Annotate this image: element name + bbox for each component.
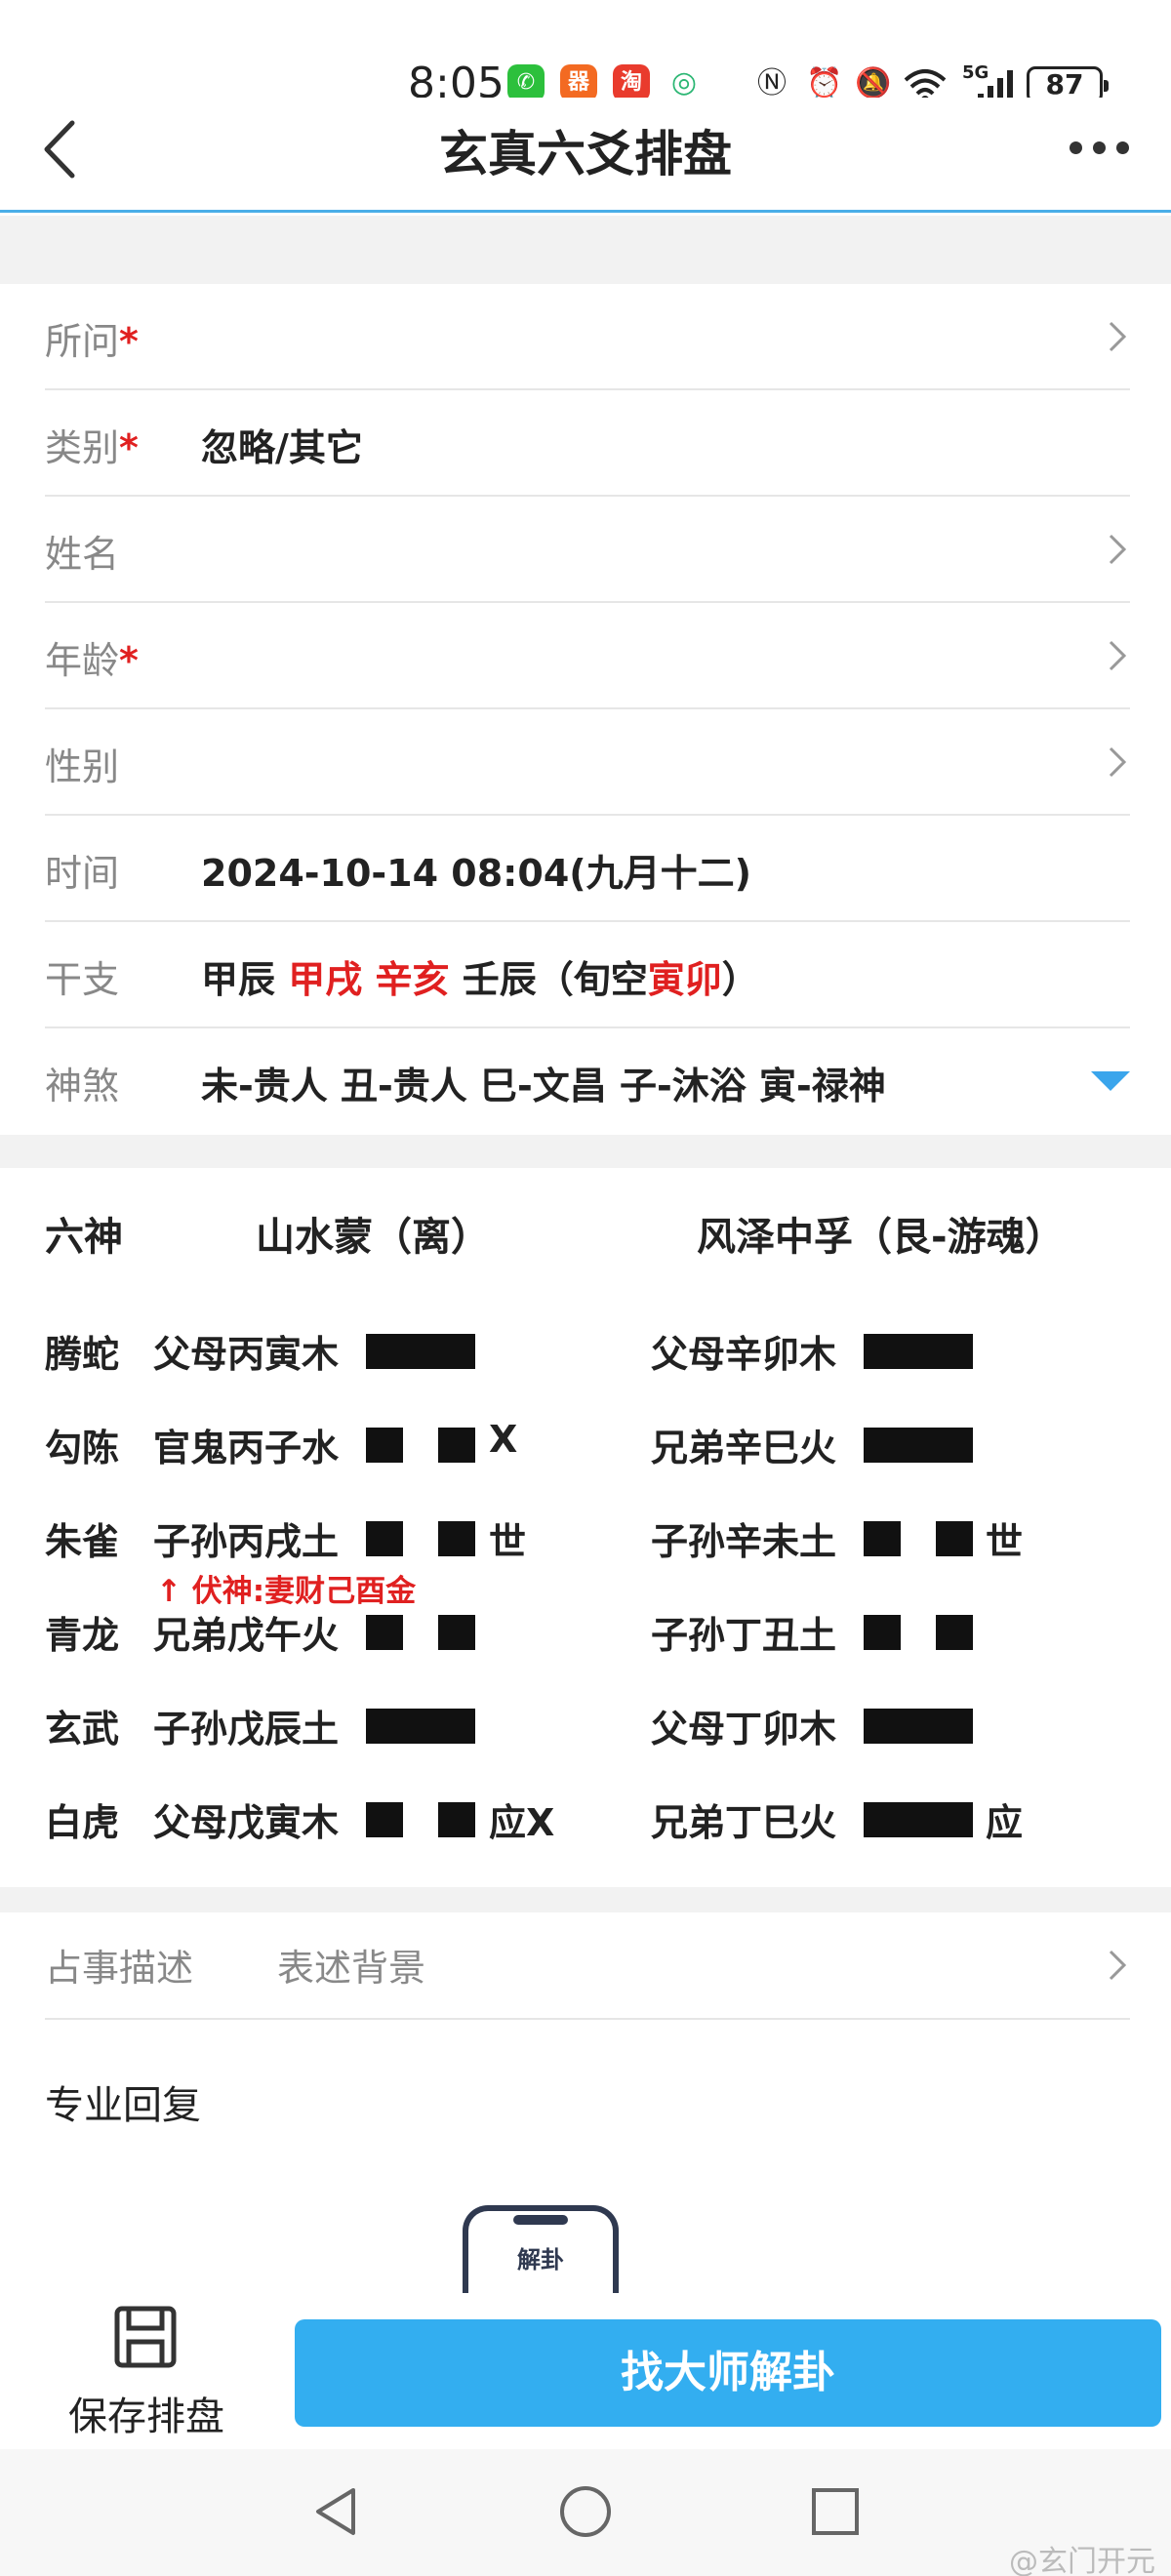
chevron-right-icon [1109, 746, 1127, 778]
chevron-right-icon [1109, 321, 1127, 352]
fushen-annotation: ↑ 伏神:妻财己酉金 [156, 1574, 417, 1609]
ganzhi-hour: 壬辰 [462, 958, 537, 1001]
changed-line-mark: 世 [986, 1520, 1024, 1563]
form-row-gender[interactable]: 性别 [45, 709, 1130, 816]
watermark: @玄门开元 [1009, 2545, 1155, 2576]
main-line-label: 父母丙寅木 [153, 1333, 340, 1376]
more-options-icon[interactable] [1070, 127, 1132, 166]
nav-recents-icon[interactable] [806, 2482, 865, 2541]
chevron-right-icon [1109, 1950, 1127, 1981]
spirit-label: 青龙 [45, 1614, 120, 1657]
ganzhi-label: 干支 [45, 958, 120, 1001]
find-master-button[interactable]: 找大师解卦 [295, 2319, 1161, 2427]
changed-line-label: 父母丁卯木 [651, 1708, 837, 1751]
ganzhi-value: 甲辰 甲戌 辛亥 壬辰（旬空寅卯） [201, 949, 759, 1003]
spirit-label: 朱雀 [45, 1520, 120, 1563]
form-row-name[interactable]: 姓名 [45, 497, 1130, 603]
form-row-shensha[interactable]: 神煞 未-贵人 丑-贵人 巳-文昌 子-沐浴 寅-禄神 [45, 1028, 1130, 1135]
expand-triangle-icon[interactable] [1091, 1071, 1130, 1091]
spirit-label: 腾蛇 [45, 1333, 120, 1376]
wechat-icon: ✆ [507, 64, 545, 101]
hexagram-row: 朱雀 子孙丙戌土 世 子孙辛未土 世 [0, 1511, 1171, 1570]
description-label: 占事描述 [45, 1947, 194, 1990]
save-disk-icon [114, 2306, 177, 2368]
bottom-action-bar: 保存排盘 找大师解卦 [0, 2293, 1171, 2449]
main-line-label: 子孙丙戌土 [153, 1520, 340, 1563]
form-row-ganzhi: 干支 甲辰 甲戌 辛亥 壬辰（旬空寅卯） [45, 922, 1130, 1028]
age-label: 年龄* [45, 639, 139, 682]
section-gap [0, 1887, 1171, 1912]
changed-line-label: 子孙辛未土 [651, 1520, 837, 1563]
save-chart-label: 保存排盘 [68, 2395, 224, 2439]
gender-label: 性别 [45, 745, 120, 788]
professional-reply-title: 专业回复 [45, 2083, 201, 2128]
changed-hexagram-name: 风泽中孚（艮-游魂） [697, 1215, 1065, 1260]
nav-header: 玄真六爻排盘 [0, 98, 1171, 213]
main-line-label: 官鬼丙子水 [153, 1427, 340, 1469]
changed-line-label: 兄弟辛巳火 [651, 1427, 837, 1469]
time-value: 2024-10-14 08:04(九月十二) [201, 852, 751, 895]
nav-back-icon[interactable] [306, 2482, 365, 2541]
spirit-label: 白虎 [45, 1801, 120, 1844]
app-icon-orange: 器 [560, 64, 597, 101]
spirit-label: 勾陈 [45, 1427, 120, 1469]
main-line-mark: X [489, 1418, 518, 1461]
form-row-age[interactable]: 年龄* [45, 603, 1130, 709]
hexagram-row: 青龙 兄弟戊午火 子孙丁丑土 [0, 1605, 1171, 1664]
chevron-right-icon [1109, 534, 1127, 565]
taobao-icon: 淘 [613, 64, 650, 101]
description-row[interactable]: 占事描述 表述背景 [45, 1912, 1130, 2020]
xunkong-value: 寅卯 [647, 958, 722, 1001]
spirit-column-header: 六神 [45, 1215, 123, 1260]
form-row-time[interactable]: 时间 2024-10-14 08:04(九月十二) [45, 816, 1130, 922]
main-line-label: 子孙戊辰土 [153, 1708, 340, 1751]
hexagram-row: 勾陈 官鬼丙子水 X 兄弟辛巳火 [0, 1418, 1171, 1476]
section-gap [0, 216, 1171, 284]
status-bar: 8:05 ✆ 器 淘 ◎ Ⓝ ⏰ 🔕 5G 87 [0, 0, 1171, 108]
shensha-label: 神煞 [45, 1065, 120, 1107]
main-line-label: 兄弟戊午火 [153, 1614, 340, 1657]
hexagram-row: 白虎 父母戊寅木 应X 兄弟丁巳火 应 [0, 1792, 1171, 1851]
ganzhi-year: 甲辰 [201, 958, 276, 1001]
xunkong-suffix: ） [721, 958, 759, 1001]
form-row-category[interactable]: 类别* 忽略/其它 [45, 390, 1130, 497]
xunkong-prefix: （旬空 [536, 958, 648, 1001]
category-label: 类别* [45, 426, 139, 469]
ganzhi-month: 甲戌 [288, 958, 363, 1001]
nav-home-icon[interactable] [556, 2482, 615, 2541]
page-title: 玄真六爻排盘 [439, 126, 732, 182]
description-placeholder: 表述背景 [277, 1947, 426, 1990]
question-label: 所问* [45, 320, 139, 363]
form-row-question[interactable]: 所问* [45, 284, 1130, 390]
changed-line-label: 兄弟丁巳火 [651, 1801, 837, 1844]
main-line-mark: 应X [489, 1801, 555, 1844]
ganzhi-day: 辛亥 [375, 958, 450, 1001]
changed-line-label: 父母辛卯木 [651, 1333, 837, 1376]
hexagram-row: 玄武 子孙戊辰土 父母丁卯木 [0, 1699, 1171, 1757]
category-value: 忽略/其它 [201, 426, 363, 469]
green-swirl-icon: ◎ [666, 64, 703, 101]
hexagram-row: 腾蛇 父母丙寅木 父母辛卯木 [0, 1324, 1171, 1383]
section-gap [0, 1135, 1171, 1168]
main-line-mark: 世 [489, 1520, 527, 1563]
illustration-text: 解卦 [517, 2246, 564, 2274]
main-line-label: 父母戊寅木 [153, 1801, 340, 1844]
spirit-label: 玄武 [45, 1708, 120, 1751]
chevron-right-icon [1109, 640, 1127, 671]
changed-line-mark: 应 [986, 1801, 1024, 1844]
system-navigation-bar [0, 2449, 1171, 2576]
time-label: 时间 [45, 852, 120, 895]
name-label: 姓名 [45, 533, 120, 576]
changed-line-label: 子孙丁丑土 [651, 1614, 837, 1657]
shensha-value: 未-贵人 丑-贵人 巳-文昌 子-沐浴 寅-禄神 [201, 1065, 886, 1107]
main-hexagram-name: 山水蒙（离） [256, 1215, 490, 1260]
